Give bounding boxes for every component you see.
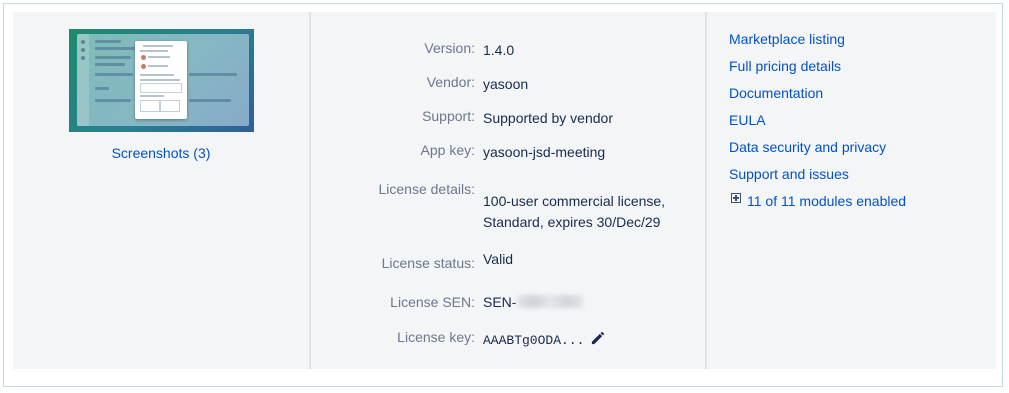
license-status-value: Valid bbox=[483, 251, 514, 267]
license-key-text: AAABTg0ODA... bbox=[483, 333, 585, 348]
license-details-line2: Standard, expires 30/Dec/29 bbox=[483, 214, 661, 230]
license-key-value: AAABTg0ODA... bbox=[483, 330, 605, 353]
thumbnail-popup bbox=[135, 41, 187, 119]
redacted-sen bbox=[517, 295, 584, 308]
license-details-label: License details: bbox=[378, 181, 475, 197]
vendor-label: Vendor: bbox=[426, 74, 475, 90]
support-label: Support: bbox=[422, 108, 475, 124]
eula-link[interactable]: EULA bbox=[729, 111, 906, 138]
app-key-value: yasoon-jsd-meeting bbox=[483, 144, 606, 160]
data-security-privacy-link[interactable]: Data security and privacy bbox=[729, 138, 906, 165]
vendor-value: yasoon bbox=[483, 76, 529, 92]
full-pricing-details-link[interactable]: Full pricing details bbox=[729, 57, 906, 84]
modules-enabled-row[interactable]: 11 of 11 modules enabled bbox=[729, 192, 906, 219]
support-value: Supported by vendor bbox=[483, 110, 613, 126]
license-key-label: License key: bbox=[397, 329, 475, 345]
documentation-link[interactable]: Documentation bbox=[729, 84, 906, 111]
app-links-list: Marketplace listing Full pricing details… bbox=[729, 30, 906, 219]
marketplace-listing-link[interactable]: Marketplace listing bbox=[729, 30, 906, 57]
app-key-label: App key: bbox=[420, 142, 475, 158]
details-column: Version: 1.4.0 Vendor: yasoon Support: S… bbox=[311, 12, 705, 369]
screenshots-link[interactable]: Screenshots (3) bbox=[13, 145, 309, 161]
screenshot-thumbnail[interactable] bbox=[69, 29, 254, 132]
version-value: 1.4.0 bbox=[483, 42, 515, 58]
links-column: Marketplace listing Full pricing details… bbox=[707, 12, 996, 369]
license-sen-prefix: SEN- bbox=[483, 294, 517, 310]
license-sen-label: License SEN: bbox=[390, 294, 475, 310]
modules-enabled-link[interactable]: 11 of 11 modules enabled bbox=[747, 193, 906, 209]
license-sen-value: SEN- bbox=[483, 292, 584, 313]
license-status-label: License status: bbox=[381, 255, 475, 271]
version-label: Version: bbox=[424, 40, 475, 56]
app-details-panel: Screenshots (3) Version: 1.4.0 Vendor: y… bbox=[13, 12, 996, 369]
app-details-card: Screenshots (3) Version: 1.4.0 Vendor: y… bbox=[3, 3, 1003, 387]
support-issues-link[interactable]: Support and issues bbox=[729, 165, 906, 192]
expand-plus-icon[interactable] bbox=[731, 193, 741, 203]
pencil-edit-icon[interactable] bbox=[590, 331, 605, 353]
license-details-line1: 100-user commercial license, bbox=[483, 193, 666, 209]
screenshots-column: Screenshots (3) bbox=[13, 12, 309, 369]
